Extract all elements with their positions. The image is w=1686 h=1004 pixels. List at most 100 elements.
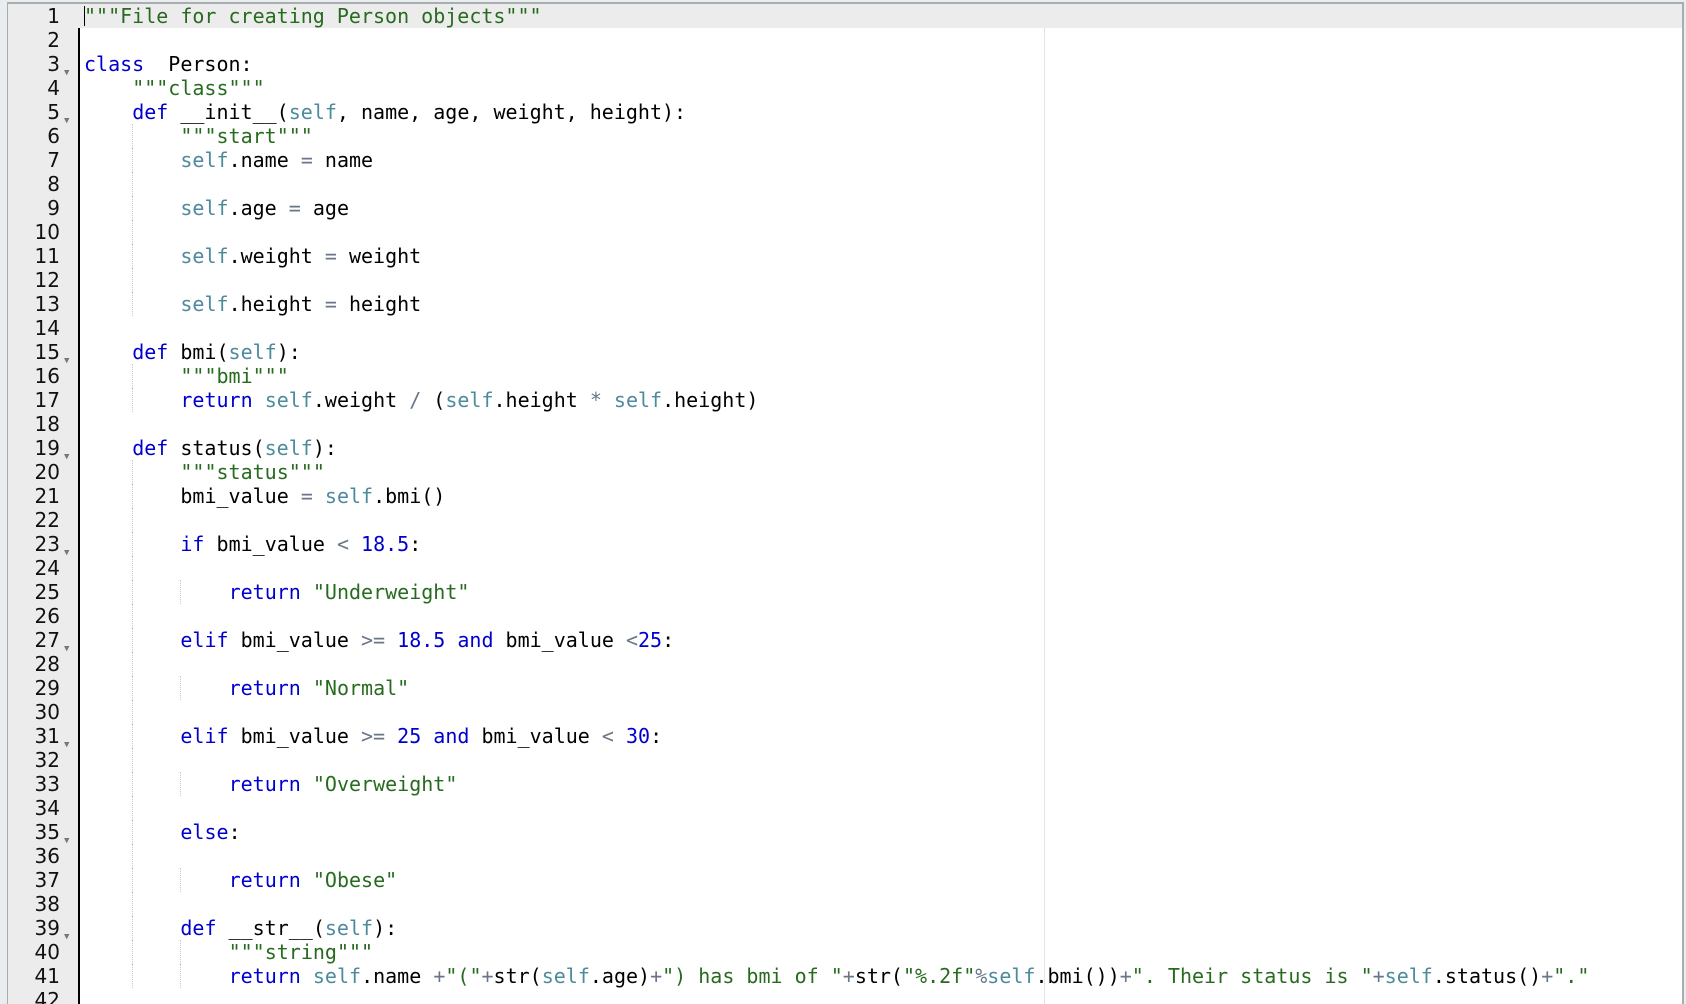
code-line[interactable]: 34 [8,796,1682,820]
code-line[interactable]: 5 ▼ def __init__(self, name, age, weight, … [8,100,1682,126]
code-line[interactable]: 17 return self.weight / (self.height * se… [8,388,1682,412]
code-token: height [336,292,422,316]
code-text: return "Normal" [229,676,410,700]
operator-token: + [650,964,663,988]
code-line[interactable]: 12 [8,268,1682,292]
indent-guide [132,508,134,532]
code-line[interactable]: 11 self.weight = weight [8,244,1682,268]
line-number: 3 [47,52,60,76]
keyword-token: if [180,532,205,556]
indent-guide [132,724,134,748]
code-line[interactable]: 31 ▼ elif bmi_value >= 25 and bmi_value < … [8,724,1682,750]
code-line[interactable]: 26 [8,604,1682,628]
line-number: 7 [47,148,60,172]
operator-token: + [1119,964,1132,988]
line-number: 39 [34,916,60,940]
code-token: bmi_value [228,724,362,748]
code-line[interactable]: 25 return "Underweight" [8,580,1682,604]
line-number: 26 [34,604,60,628]
code-token: bmi_value [493,628,626,652]
operator-token: < [336,532,349,556]
code-line[interactable]: 15 ▼ def bmi(self): [8,340,1682,366]
code-token: ): [312,436,337,460]
code-line[interactable]: 1 """File for creating Person objects""" [8,4,1682,28]
code-line[interactable]: 35 ▼ else: [8,820,1682,846]
indent-guide [132,148,134,172]
operator-token: + [842,964,855,988]
code-line[interactable]: 20 """status""" [8,460,1682,484]
code-line[interactable]: 2 [8,28,1682,52]
string-token: """start""" [180,124,313,148]
code-line[interactable]: 39 ▼ def __str__(self): [8,916,1682,942]
code-line[interactable]: 41 return self.name +"("+str(self.age)+")… [8,964,1682,988]
line-number: 35 [34,820,60,844]
code-line[interactable]: 3 ▼ class Person: [8,52,1682,78]
code-line[interactable]: 9 self.age = age [8,196,1682,220]
keyword-token: else [180,820,229,844]
code-line[interactable]: 16 """bmi""" [8,364,1682,388]
code-line[interactable]: 18 [8,412,1682,436]
code-text: """start""" [180,124,312,148]
code-line[interactable]: 32 [8,748,1682,772]
code-line[interactable]: 36 [8,844,1682,868]
code-line[interactable]: 29 return "Normal" [8,676,1682,700]
indent-guide [132,532,134,556]
indent-guide [180,676,182,700]
operator-token: >= [361,724,386,748]
string-token: "Overweight" [312,772,458,796]
keyword-token: return [228,580,301,604]
self-token: self [180,148,229,172]
code-line[interactable]: 8 [8,172,1682,196]
keyword-token: class [84,52,145,76]
code-line[interactable]: 38 [8,892,1682,916]
line-number: 34 [34,796,60,820]
keyword-token: def [132,436,169,460]
code-line[interactable]: 23 ▼ if bmi_value < 18.5: [8,532,1682,558]
line-number: 24 [34,556,60,580]
code-text: """bmi""" [180,364,288,388]
code-line[interactable]: 28 [8,652,1682,676]
code-line[interactable]: 37 return "Obese" [8,868,1682,892]
code-line[interactable]: 13 self.height = height [8,292,1682,316]
operator-token: >= [361,628,386,652]
number-token: 18.5 [397,628,446,652]
code-token: name [312,148,374,172]
code-lines[interactable]: 1 """File for creating Person objects""" 2… [8,4,1682,1004]
indent-guide [132,652,134,676]
code-token: .bmi() [373,484,446,508]
line-number: 18 [34,412,60,436]
code-line[interactable]: 40 """string""" [8,940,1682,964]
code-line[interactable]: 4 """class""" [8,76,1682,100]
indent-guide [132,220,134,244]
code-editor[interactable]: 1 """File for creating Person objects""" 2… [7,2,1684,1004]
code-line[interactable]: 10 [8,220,1682,244]
code-line[interactable]: 7 self.name = name [8,148,1682,172]
self-token: self [180,292,229,316]
code-token: ): [276,340,301,364]
code-line[interactable]: 14 [8,316,1682,340]
code-line[interactable]: 33 return "Overweight" [8,772,1682,796]
code-line[interactable]: 21 bmi_value = self.bmi() [8,484,1682,508]
code-line[interactable]: 30 [8,700,1682,724]
code-token: Person: [144,52,253,76]
code-text: self.height = height [180,292,421,316]
code-token: .age [228,196,289,220]
string-token: "Underweight" [312,580,470,604]
code-line[interactable]: 22 [8,508,1682,532]
code-line[interactable]: 24 [8,556,1682,580]
indent-guide [132,484,134,508]
code-text: self.weight = weight [180,244,421,268]
code-line[interactable]: 27 ▼ elif bmi_value >= 18.5 and bmi_value … [8,628,1682,654]
code-line[interactable]: 19 ▼ def status(self): [8,436,1682,462]
code-line[interactable]: 6 """start""" [8,124,1682,148]
line-number: 33 [34,772,60,796]
code-text: return self.weight / (self.height * self… [180,388,758,412]
keyword-token: def [180,916,217,940]
keyword-token: elif [180,724,229,748]
line-number: 1 [47,4,60,28]
